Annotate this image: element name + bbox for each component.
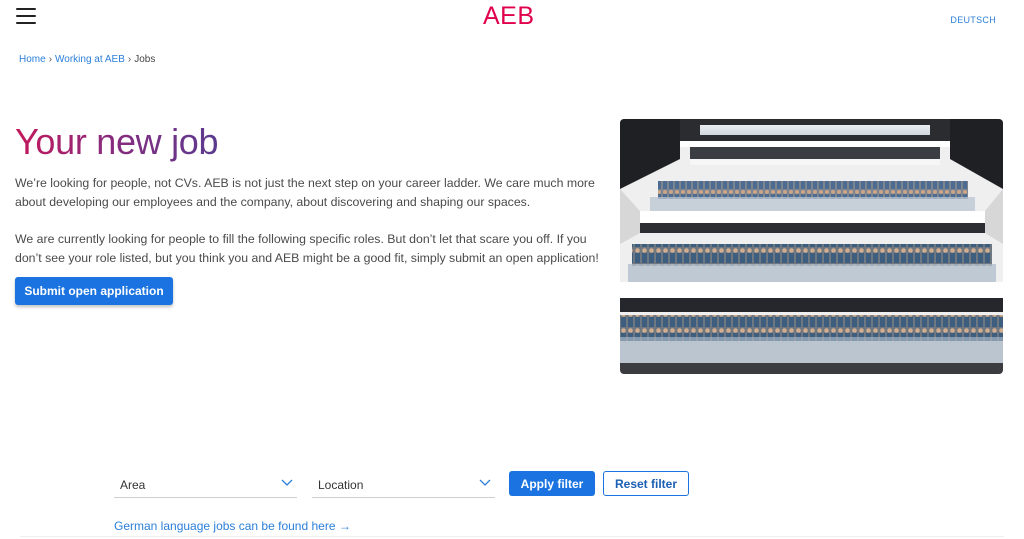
chevron-down-icon <box>479 479 491 486</box>
breadcrumb-home[interactable]: Home <box>19 54 46 65</box>
intro-paragraph-1: We’re looking for people, not CVs. AEB i… <box>15 176 595 209</box>
breadcrumb: Home › Working at AEB › Jobs <box>19 54 155 65</box>
page-title: Your new job <box>15 121 219 162</box>
apply-filter-button[interactable]: Apply filter <box>509 471 595 496</box>
language-switch-link[interactable]: DEUTSCH <box>950 15 996 25</box>
chevron-down-icon <box>281 479 293 486</box>
divider <box>20 536 1004 537</box>
atrium-staff-group-photo <box>620 119 1003 374</box>
site-header: AEB DEUTSCH <box>0 0 1024 40</box>
breadcrumb-separator: › <box>48 54 53 65</box>
intro-text: We’re looking for people, not CVs. AEB i… <box>15 174 605 268</box>
aeb-logo[interactable]: AEB <box>483 2 535 31</box>
area-select-label: Area <box>120 478 146 492</box>
submit-open-application-button[interactable]: Submit open application <box>15 277 173 305</box>
location-select-label: Location <box>318 478 364 492</box>
intro-paragraph-2: We are currently looking for people to f… <box>15 232 599 265</box>
breadcrumb-separator: › <box>127 54 132 65</box>
german-jobs-link[interactable]: German language jobs can be found here → <box>114 519 351 533</box>
breadcrumb-current: Jobs <box>134 54 156 65</box>
job-filter-bar: Area Location Apply filter Reset filter <box>114 470 714 500</box>
reset-filter-button[interactable]: Reset filter <box>603 471 689 496</box>
location-select[interactable]: Location <box>312 470 495 498</box>
hamburger-menu-icon[interactable] <box>16 8 36 24</box>
breadcrumb-working-at-aeb[interactable]: Working at AEB <box>55 54 125 65</box>
area-select[interactable]: Area <box>114 470 297 498</box>
